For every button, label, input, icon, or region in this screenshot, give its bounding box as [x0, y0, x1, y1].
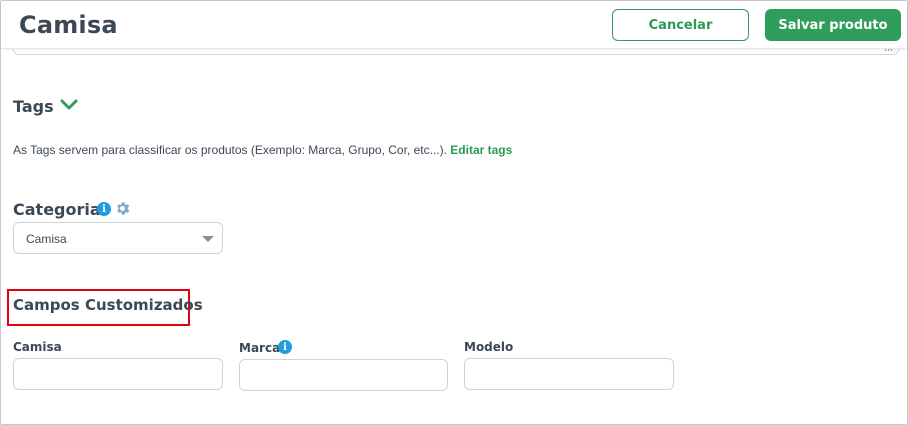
tags-section-title: Tags	[13, 97, 54, 116]
tags-description-text: As Tags servem para classificar os produ…	[13, 143, 447, 157]
field-input-modelo[interactable]	[464, 358, 674, 390]
edit-tags-link[interactable]: Editar tags	[450, 143, 512, 157]
marca-info-icon[interactable]: i	[278, 340, 292, 354]
category-select[interactable]: Camisa	[13, 222, 223, 254]
tags-description: As Tags servem para classificar os produ…	[13, 143, 512, 157]
category-section-title: Categoria	[13, 200, 101, 219]
page-title: Camisa	[19, 11, 118, 39]
save-product-button[interactable]: Salvar produto	[765, 9, 901, 41]
cancel-button[interactable]: Cancelar	[612, 9, 749, 41]
gear-icon[interactable]	[114, 200, 131, 217]
category-info-icon[interactable]: i	[97, 202, 111, 216]
chevron-down-icon[interactable]	[59, 97, 79, 113]
category-select-value: Camisa	[26, 232, 67, 246]
field-label-marca: Marca	[239, 341, 281, 355]
custom-fields-title: Campos Customizados	[13, 296, 203, 314]
page-header: Camisa Cancelar Salvar produto	[1, 1, 907, 49]
field-label-camisa: Camisa	[13, 340, 62, 354]
caret-down-icon	[202, 236, 214, 242]
field-input-camisa[interactable]	[13, 358, 223, 390]
field-label-modelo: Modelo	[464, 340, 514, 354]
field-input-marca[interactable]	[239, 359, 448, 391]
